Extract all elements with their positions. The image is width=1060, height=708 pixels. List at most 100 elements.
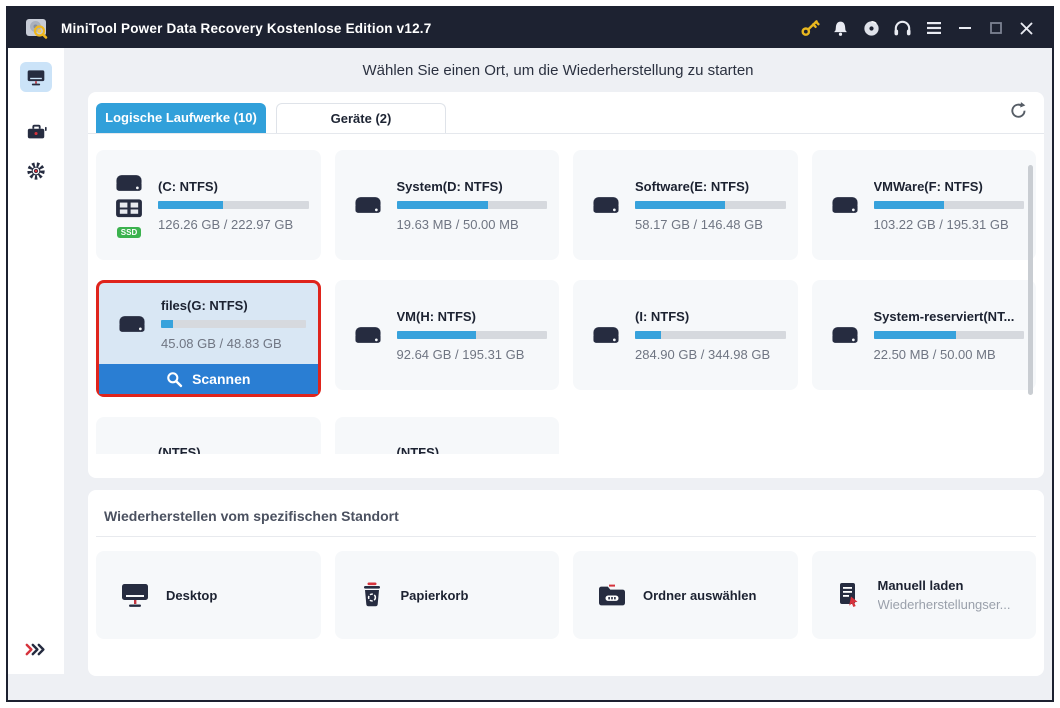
sidebar-item-settings[interactable]	[20, 156, 52, 186]
drive-card-body: (NTFS)	[158, 445, 309, 454]
window-title: MiniTool Power Data Recovery Kostenlose …	[61, 20, 432, 36]
drive-size: 45.08 GB / 48.83 GB	[161, 336, 282, 351]
separator	[96, 536, 1036, 537]
sidebar-item-toolkit[interactable]	[20, 116, 52, 146]
drive-size: 22.50 MB / 50.00 MB	[873, 346, 996, 362]
drive-icon-column: SSD	[113, 313, 151, 336]
drive-name: System-reserviert(NT...	[873, 308, 1015, 324]
menu-icon[interactable]	[918, 8, 949, 48]
tab-bar: Logische Laufwerke (10) Geräte (2)	[88, 92, 1044, 134]
hard-drive-icon	[118, 313, 146, 336]
scan-button[interactable]: Scannen	[99, 364, 318, 394]
location-label: Papierkorb	[400, 587, 469, 603]
drive-icon-column: SSD	[587, 324, 625, 347]
drive-card-body: Software(E: NTFS) 58.17 GB / 146.48 GB	[635, 179, 786, 232]
sidebar-item-data-recovery[interactable]	[20, 62, 52, 92]
drive-usage-fill	[635, 330, 661, 339]
hard-drive-icon	[115, 172, 143, 195]
sidebar	[8, 48, 64, 674]
drive-usage-fill	[158, 200, 223, 209]
drive-usage-fill	[873, 330, 957, 339]
main-area: Wählen Sie einen Ort, um die Wiederherst…	[64, 48, 1052, 700]
vertical-scrollbar[interactable]	[1028, 165, 1033, 395]
location-label: Desktop	[166, 587, 218, 603]
drive-card-body: (NTFS)	[397, 445, 548, 454]
hard-drive-icon	[592, 324, 620, 347]
drive-name: (NTFS)	[396, 445, 440, 454]
drive-name: (I: NTFS)	[635, 308, 690, 324]
manual-load-document-icon	[836, 581, 862, 609]
maximize-button[interactable]	[980, 8, 1011, 48]
drive-name: files(G: NTFS)	[161, 298, 248, 313]
hard-drive-icon	[354, 194, 382, 217]
drive-name: (NTFS)	[158, 445, 201, 454]
drive-card[interactable]: SSD (NTFS)	[334, 417, 559, 454]
location-label: Ordner auswählen	[643, 587, 757, 603]
drive-icon-column: SSD	[349, 194, 387, 217]
drive-usage-fill	[396, 200, 489, 209]
drive-usage-bar	[635, 330, 786, 339]
minimize-button[interactable]	[949, 8, 980, 48]
drive-card-body: VMWare(F: NTFS) 103.22 GB / 195.31 GB	[873, 178, 1024, 232]
app-logo-icon	[24, 16, 49, 41]
drive-card[interactable]: SSD Software(E: NTFS) 58.17 GB / 146.48 …	[573, 150, 798, 260]
drive-card-body: System(D: NTFS) 19.63 MB / 50.00 MB	[396, 178, 547, 232]
support-headset-icon[interactable]	[887, 8, 918, 48]
drive-card[interactable]: SSD (I: NTFS) 284.90 GB / 344.98 GB	[573, 280, 798, 390]
location-card-manual-load[interactable]: Manuell laden Wiederherstellungser...	[811, 551, 1036, 639]
close-button[interactable]	[1011, 8, 1042, 48]
tab-logical-drives[interactable]: Logische Laufwerke (10)	[96, 103, 266, 133]
drive-usage-fill	[161, 320, 173, 328]
page-title: Wählen Sie einen Ort, um die Wiederherst…	[362, 61, 754, 79]
location-card-desktop[interactable]: Desktop	[96, 551, 321, 639]
drive-usage-fill	[396, 330, 477, 339]
folder-icon	[597, 582, 627, 608]
monitor-icon	[26, 67, 46, 87]
location-grid: Desktop Papierkorb Ordner auswählen Manu…	[96, 551, 1036, 639]
drive-size: 103.22 GB / 195.31 GB	[873, 216, 1009, 232]
drive-card[interactable]: SSD VM(H: NTFS) 92.64 GB / 195.31 GB	[334, 280, 559, 390]
app-window: MiniTool Power Data Recovery Kostenlose …	[6, 6, 1054, 702]
drive-usage-bar	[396, 330, 547, 339]
drive-card[interactable]: SSD System-reserviert(NT... 22.50 MB / 5…	[811, 280, 1036, 390]
drive-card[interactable]: SSD files(G: NTFS) 45.08 GB / 48.83 GB S…	[96, 280, 321, 397]
drive-usage-bar	[158, 200, 309, 209]
drive-usage-bar	[635, 200, 786, 209]
title-bar: MiniTool Power Data Recovery Kostenlose …	[8, 8, 1052, 48]
drive-card[interactable]: SSD (C: NTFS) 126.26 GB / 222.97 GB	[96, 150, 321, 260]
drive-icon-column: SSD	[349, 324, 387, 347]
drive-card-body: VM(H: NTFS) 92.64 GB / 195.31 GB	[396, 309, 547, 362]
ssd-badge: SSD	[116, 227, 142, 238]
drive-card[interactable]: SSD System(D: NTFS) 19.63 MB / 50.00 MB	[334, 150, 559, 260]
drive-list-viewport: SSD (C: NTFS) 126.26 GB / 222.97 GB SSD …	[88, 134, 1044, 454]
toolkit-icon	[26, 122, 47, 141]
drive-size: 126.26 GB / 222.97 GB	[158, 216, 294, 232]
drive-icon-column: SSD	[826, 324, 864, 347]
location-card-recycle-bin[interactable]: Papierkorb	[334, 551, 559, 639]
drive-card[interactable]: SSD VMWare(F: NTFS) 103.22 GB / 195.31 G…	[811, 150, 1036, 260]
drive-name: VMWare(F: NTFS)	[873, 178, 983, 194]
recycle-bin-icon	[359, 581, 385, 609]
drive-name: System(D: NTFS)	[396, 178, 503, 194]
drive-size: 19.63 MB / 50.00 MB	[396, 216, 519, 232]
drive-size: 58.17 GB / 146.48 GB	[635, 216, 763, 232]
refresh-icon[interactable]	[1009, 101, 1028, 120]
drive-usage-bar	[396, 200, 547, 209]
drive-usage-fill	[873, 200, 945, 209]
drive-usage-bar	[161, 320, 306, 328]
bootable-media-disc-icon[interactable]	[856, 8, 887, 48]
expand-chevrons-icon[interactable]	[24, 642, 48, 662]
notifications-bell-icon[interactable]	[825, 8, 856, 48]
drives-panel: Logische Laufwerke (10) Geräte (2) SSD (…	[88, 92, 1044, 478]
license-key-icon[interactable]	[794, 8, 825, 48]
locations-section-title: Wiederherstellen vom spezifischen Stando…	[104, 508, 399, 524]
drive-name: (C: NTFS)	[158, 178, 218, 194]
tab-devices[interactable]: Geräte (2)	[276, 103, 446, 133]
drive-grid: SSD (C: NTFS) 126.26 GB / 222.97 GB SSD …	[88, 134, 1044, 454]
gear-icon	[26, 161, 46, 181]
drive-card-body: (C: NTFS) 126.26 GB / 222.97 GB	[158, 179, 309, 232]
location-card-select-folder[interactable]: Ordner auswählen	[573, 551, 798, 639]
drive-card[interactable]: SSD (NTFS)	[96, 417, 321, 454]
drive-usage-bar	[873, 330, 1024, 339]
desktop-icon	[120, 581, 150, 609]
